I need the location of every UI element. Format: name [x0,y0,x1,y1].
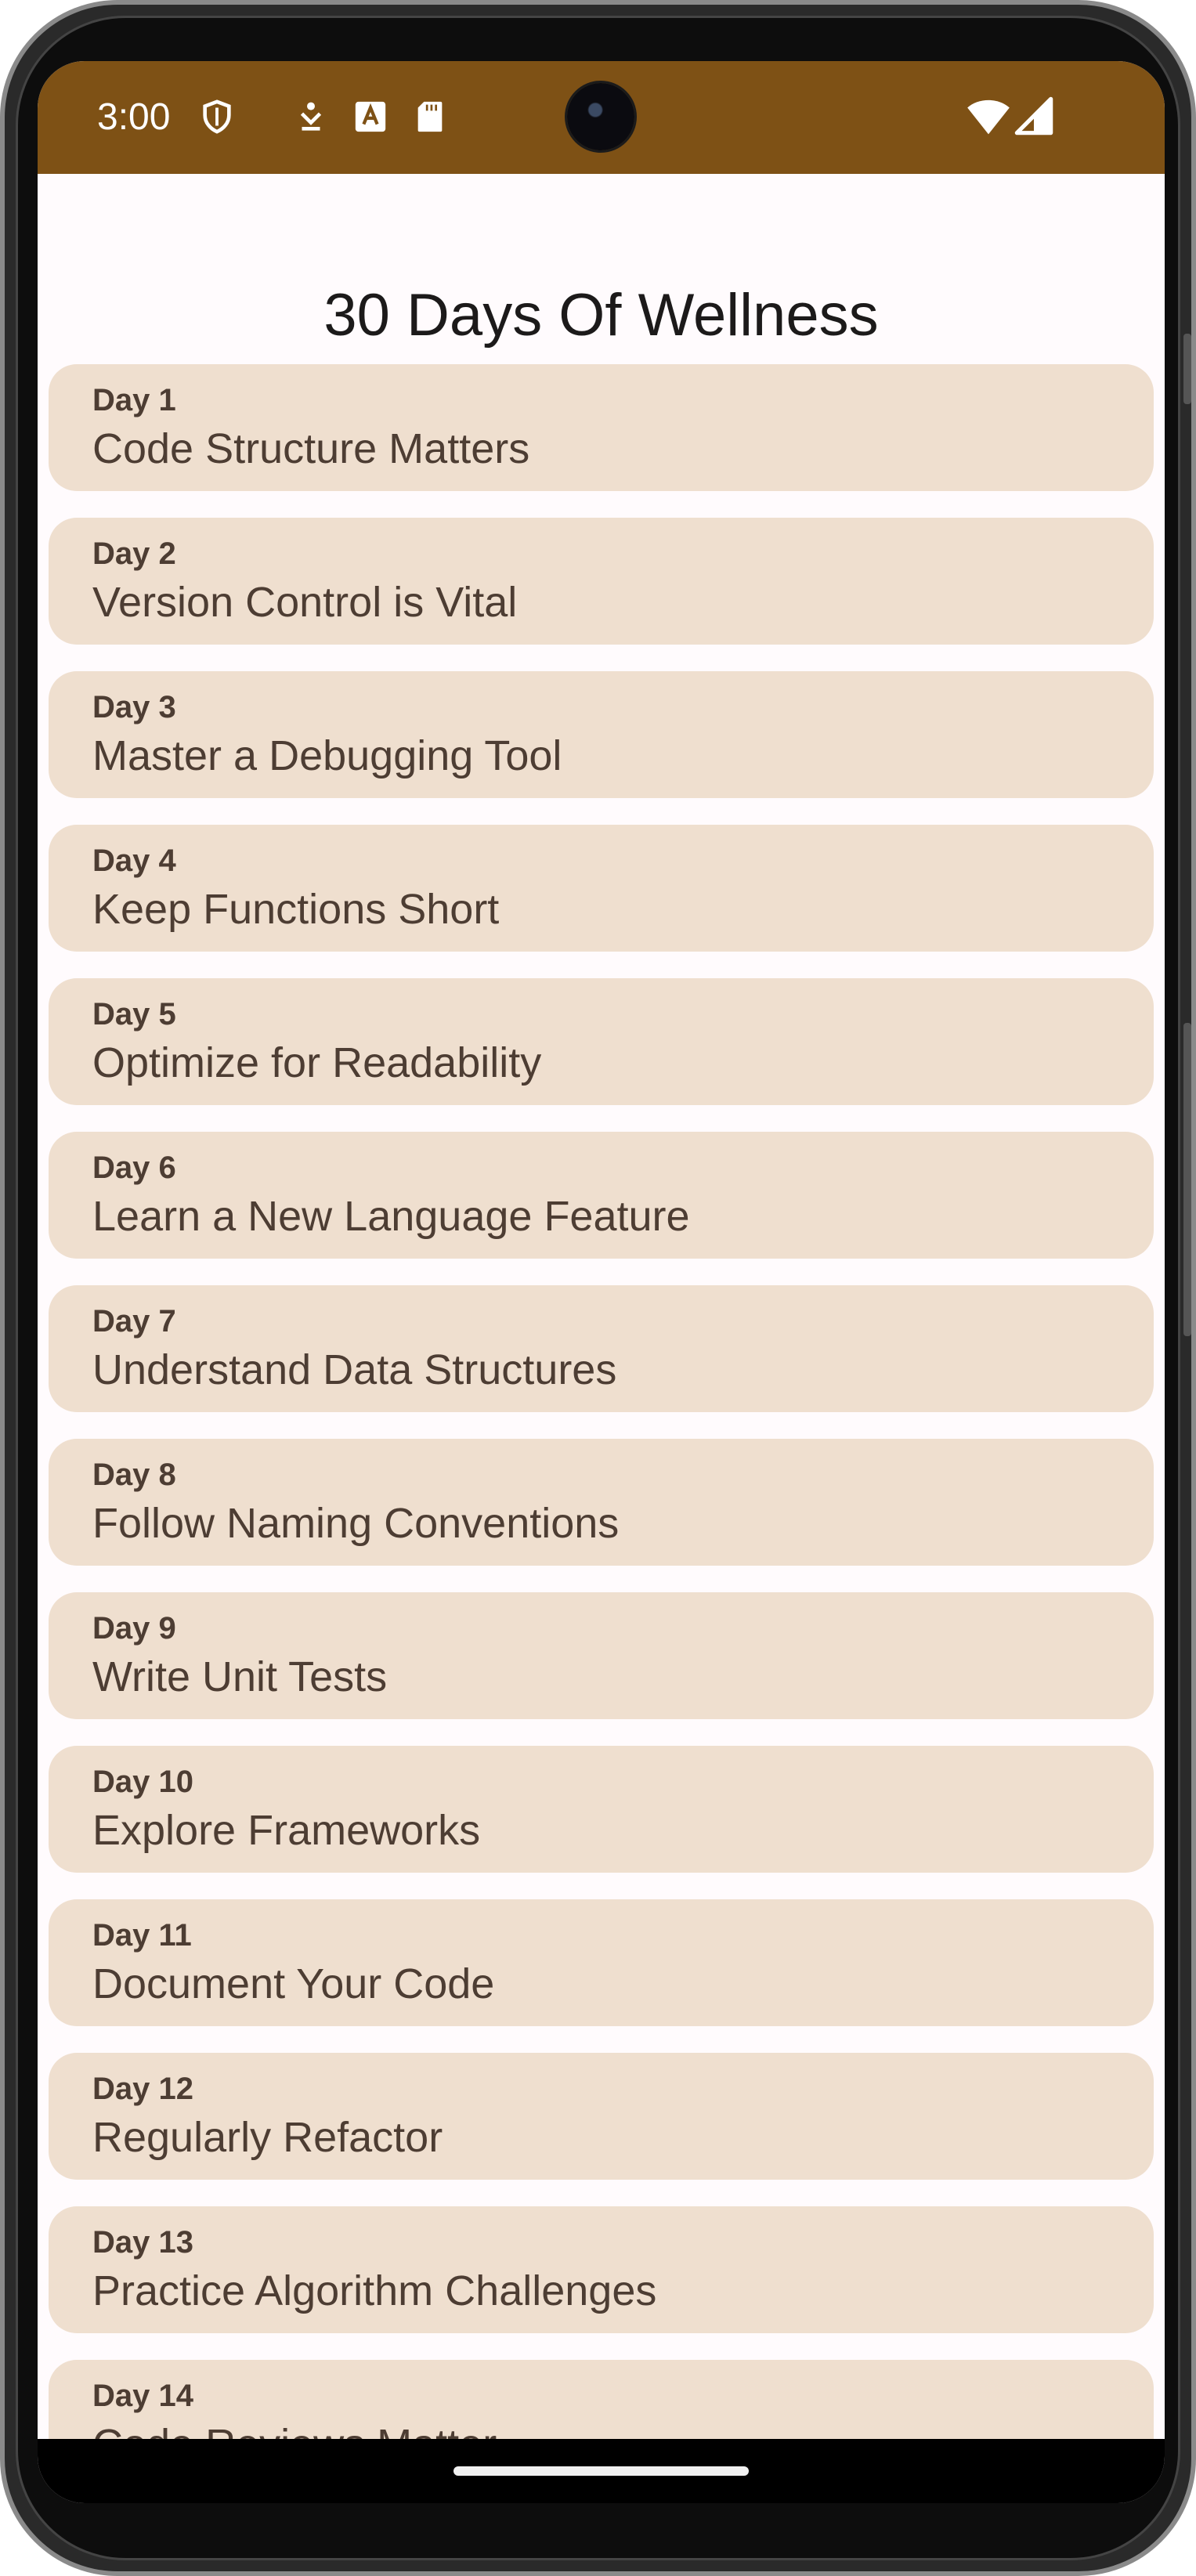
day-number: Day 12 [92,2072,193,2106]
day-number: Day 9 [92,1611,176,1646]
day-card[interactable]: Day 2 Version Control is Vital [49,518,1154,645]
day-title: Understand Data Structures [92,1346,617,1393]
day-title: Regularly Refactor [92,2114,443,2161]
day-number: Day 6 [92,1151,176,1185]
day-number: Day 8 [92,1458,176,1492]
wifi-icon [967,99,1010,135]
day-title: Master a Debugging Tool [92,732,562,779]
day-title: Keep Functions Short [92,886,500,933]
screen: 3:00 30 Days Of Wellness Day 1 Code Stru… [38,61,1165,2503]
day-number: Day 1 [92,383,176,417]
navigation-bar [38,2439,1165,2503]
day-number: Day 5 [92,997,176,1031]
day-title: Practice Algorithm Challenges [92,2267,657,2314]
day-card[interactable]: Day 8 Follow Naming Conventions [49,1439,1154,1566]
day-title: Explore Frameworks [92,1807,481,1854]
page-title: 30 Days Of Wellness [323,282,879,349]
day-title: Code Structure Matters [92,425,530,472]
day-card[interactable]: Day 13 Practice Algorithm Challenges [49,2206,1154,2333]
day-title: Version Control is Vital [92,579,518,626]
day-number: Day 2 [92,537,176,571]
day-number: Day 10 [92,1765,193,1799]
day-title: Follow Naming Conventions [92,1500,620,1547]
day-title: Document Your Code [92,1960,495,2007]
cell-signal-icon [1014,96,1053,135]
phone-frame: 3:00 30 Days Of Wellness Day 1 Code Stru… [0,0,1196,2576]
day-card[interactable]: Day 10 Explore Frameworks [49,1746,1154,1873]
day-number: Day 11 [92,1918,192,1953]
day-number: Day 4 [92,844,176,878]
day-number: Day 7 [92,1304,176,1339]
front-camera [567,83,634,150]
day-card[interactable]: Day 1 Code Structure Matters [49,364,1154,491]
day-number: Day 3 [92,690,176,724]
day-number: Day 13 [92,2225,193,2260]
day-card[interactable]: Day 4 Keep Functions Short [49,825,1154,952]
status-time: 3:00 [97,96,171,138]
day-title: Optimize for Readability [92,1039,542,1086]
day-card[interactable]: Day 6 Learn a New Language Feature [49,1132,1154,1259]
home-gesture-handle[interactable] [453,2466,749,2476]
day-card[interactable]: Day 11 Document Your Code [49,1899,1154,2026]
font-a-icon [355,101,386,132]
phone-side-button [1183,334,1191,404]
day-card[interactable]: Day 7 Understand Data Structures [49,1285,1154,1412]
day-card[interactable]: Day 5 Optimize for Readability [49,978,1154,1105]
day-title: Write Unit Tests [92,1653,388,1700]
day-card[interactable]: Day 9 Write Unit Tests [49,1592,1154,1719]
sd-card-icon [417,101,443,132]
day-card[interactable]: Day 12 Regularly Refactor [49,2053,1154,2180]
shield-icon [203,99,231,134]
day-card[interactable]: Day 3 Master a Debugging Tool [49,671,1154,798]
day-title: Learn a New Language Feature [92,1193,690,1240]
day-number: Day 14 [92,2379,193,2413]
status-bar: 3:00 [38,61,1165,174]
phone-volume-button [1183,1023,1191,1336]
download-icon [300,102,322,131]
